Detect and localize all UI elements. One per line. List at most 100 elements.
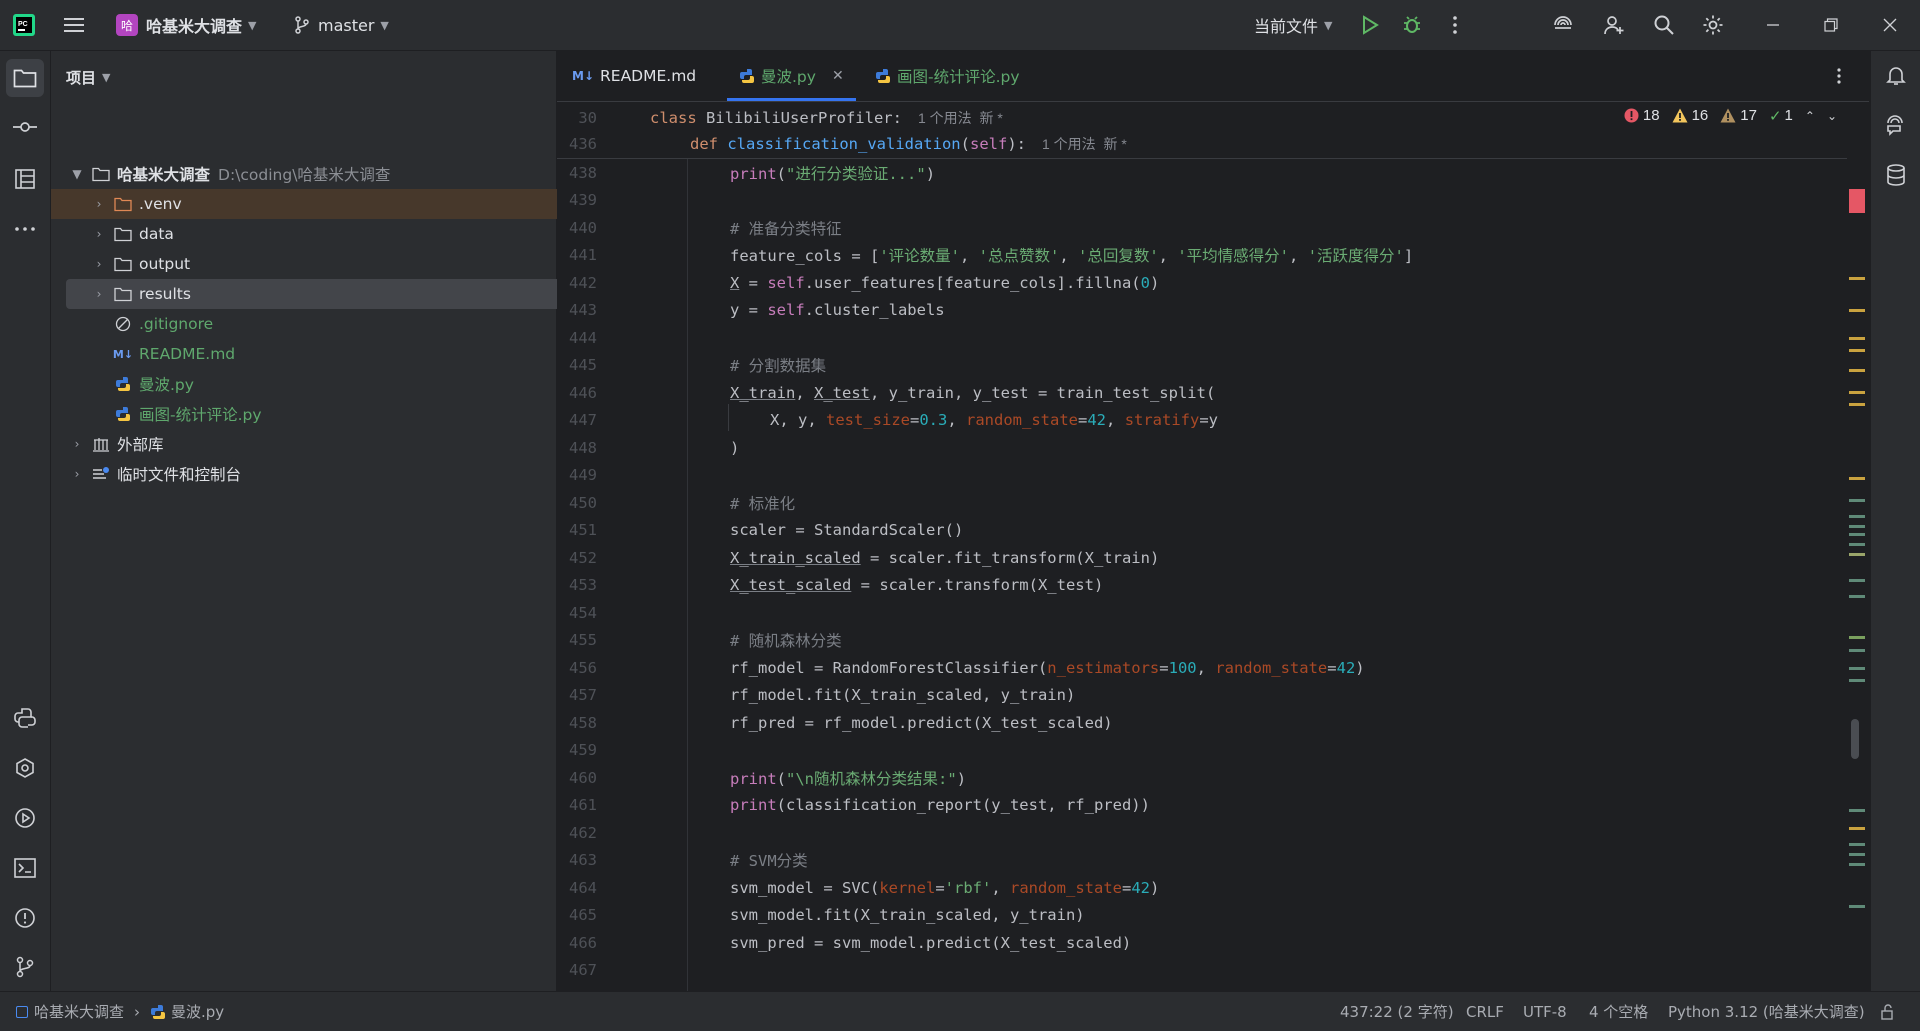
warning-marker[interactable] bbox=[1849, 337, 1865, 340]
chevron-right-icon[interactable]: › bbox=[91, 257, 107, 271]
chevron-down-icon[interactable]: ⌄ bbox=[1827, 109, 1837, 123]
python-interpreter[interactable]: Python 3.12 (哈基米大调查) bbox=[1668, 992, 1865, 1031]
restore-window-icon[interactable] bbox=[1819, 13, 1843, 37]
warning-marker[interactable] bbox=[1849, 391, 1865, 394]
run-config-selector[interactable]: 当前文件 ▼ bbox=[1254, 0, 1332, 50]
tree-item-external-libs[interactable]: › 外部库 bbox=[51, 429, 574, 459]
close-tab-icon[interactable]: ✕ bbox=[832, 68, 844, 84]
services-icon[interactable] bbox=[13, 756, 37, 780]
chevron-down-icon[interactable]: ▼ bbox=[69, 167, 85, 181]
code-line[interactable]: 465 svm_model.fit(X_train_scaled, y_train… bbox=[557, 902, 1847, 930]
code-editor[interactable]: 438 print("进行分类验证...") 439 440 # 准备分类特征 44… bbox=[557, 159, 1847, 991]
chevron-right-icon[interactable]: › bbox=[69, 437, 85, 451]
sticky-line[interactable]: 30 class BilibiliUserProfiler: 1 个用法 新 * bbox=[557, 104, 1003, 131]
pycharm-logo-icon[interactable]: PC bbox=[12, 13, 36, 37]
breadcrumb-file[interactable]: 曼波.py bbox=[171, 1001, 224, 1022]
notifications-bell-icon[interactable] bbox=[1884, 63, 1908, 87]
code-line[interactable]: 451 scaler = StandardScaler() bbox=[557, 517, 1847, 545]
error-marker[interactable] bbox=[1849, 189, 1865, 213]
tree-item-readme[interactable]: M↓ README.md bbox=[51, 339, 612, 369]
tree-item-scratches[interactable]: › 临时文件和控制台 bbox=[51, 459, 574, 489]
code-line[interactable]: 450 # 标准化 bbox=[557, 489, 1847, 517]
usage-hint[interactable]: 1 个用法 新 * bbox=[918, 108, 1003, 128]
chevron-up-icon[interactable]: ⌃ bbox=[1805, 109, 1815, 123]
structure-icon[interactable] bbox=[13, 167, 37, 191]
code-line[interactable]: 454 bbox=[557, 599, 1847, 627]
sticky-line[interactable]: 436 def classification_validation(self): 1… bbox=[557, 130, 1127, 157]
tree-item-plot-comments[interactable]: 画图-统计评论.py bbox=[51, 399, 612, 429]
tab-manbo[interactable]: 曼波.py ✕ bbox=[727, 51, 856, 101]
more-actions-icon[interactable] bbox=[1443, 13, 1467, 37]
chevron-right-icon[interactable]: › bbox=[91, 227, 107, 241]
code-line[interactable]: 456 rf_model = RandomForestClassifier(n_e… bbox=[557, 654, 1847, 682]
change-marker[interactable] bbox=[1849, 649, 1865, 652]
warning-marker[interactable] bbox=[1849, 477, 1865, 480]
tree-item-gitignore[interactable]: .gitignore bbox=[51, 309, 612, 339]
change-marker[interactable] bbox=[1849, 595, 1865, 598]
ai-assistant-icon[interactable] bbox=[1551, 13, 1575, 37]
warning-marker[interactable] bbox=[1849, 277, 1865, 280]
code-line[interactable]: 440 # 准备分类特征 bbox=[557, 214, 1847, 242]
code-line[interactable]: 467 bbox=[557, 957, 1847, 985]
code-line[interactable]: 447 X, y, test_size=0.3, random_state=42,… bbox=[557, 407, 1847, 435]
code-line[interactable]: 441 feature_cols = ['评论数量', '总点赞数', '总回复数… bbox=[557, 242, 1847, 270]
close-window-icon[interactable] bbox=[1878, 13, 1902, 37]
tab-options-icon[interactable] bbox=[1837, 51, 1841, 101]
usage-hint[interactable]: 1 个用法 新 * bbox=[1042, 134, 1127, 154]
warning-marker[interactable] bbox=[1849, 309, 1865, 312]
code-line[interactable]: 457 rf_model.fit(X_train_scaled, y_train) bbox=[557, 682, 1847, 710]
python-packages-icon[interactable] bbox=[13, 706, 37, 730]
tree-item-output[interactable]: › output bbox=[51, 249, 596, 279]
code-line[interactable]: 460 print("\n随机森林分类结果:") bbox=[557, 764, 1847, 792]
change-marker[interactable] bbox=[1849, 679, 1865, 682]
search-icon[interactable] bbox=[1652, 13, 1676, 37]
change-marker[interactable] bbox=[1849, 499, 1865, 502]
chevron-right-icon[interactable]: › bbox=[91, 197, 107, 211]
caret-position[interactable]: 437:22 (2 字符) bbox=[1340, 992, 1454, 1031]
main-menu-icon[interactable] bbox=[62, 13, 86, 37]
typo-count[interactable]: ✓ 1 bbox=[1769, 107, 1793, 125]
add-user-icon[interactable] bbox=[1602, 13, 1626, 37]
code-line[interactable]: 462 bbox=[557, 819, 1847, 847]
terminal-icon[interactable] bbox=[13, 856, 37, 880]
code-line[interactable]: 444 bbox=[557, 324, 1847, 352]
change-marker[interactable] bbox=[1849, 853, 1865, 856]
change-marker[interactable] bbox=[1849, 543, 1865, 546]
code-line[interactable]: 438 print("进行分类验证...") bbox=[557, 159, 1847, 187]
minimize-icon[interactable] bbox=[1761, 13, 1785, 37]
code-line[interactable]: 461 print(classification_report(y_test, r… bbox=[557, 792, 1847, 820]
code-line[interactable]: 445 # 分割数据集 bbox=[557, 352, 1847, 380]
run-icon[interactable] bbox=[1358, 13, 1382, 37]
code-line[interactable]: 452 X_train_scaled = scaler.fit_transform… bbox=[557, 544, 1847, 572]
change-marker[interactable] bbox=[1849, 905, 1865, 908]
database-icon[interactable] bbox=[1884, 163, 1908, 187]
tree-root[interactable]: ▼ 哈基米大调查 D:\coding\哈基米大调查 bbox=[51, 159, 574, 189]
problems-icon[interactable] bbox=[13, 906, 37, 930]
git-icon[interactable] bbox=[13, 955, 37, 979]
tree-item-venv[interactable]: › .venv bbox=[51, 189, 596, 219]
change-marker[interactable] bbox=[1849, 525, 1865, 528]
tab-readme[interactable]: M↓ README.md bbox=[572, 51, 696, 101]
code-line[interactable]: 464 svm_model = SVC(kernel='rbf', random_… bbox=[557, 874, 1847, 902]
inspection-widget[interactable]: 18 16 17 ✓ 1 ⌃ ⌄ bbox=[1624, 102, 1847, 129]
code-line[interactable]: 449 bbox=[557, 462, 1847, 490]
change-marker[interactable] bbox=[1849, 809, 1865, 812]
settings-gear-icon[interactable] bbox=[1701, 13, 1725, 37]
change-marker[interactable] bbox=[1849, 553, 1865, 556]
code-line[interactable]: 442 X = self.user_features[feature_cols].… bbox=[557, 269, 1847, 297]
code-line[interactable]: 466 svm_pred = svm_model.predict(X_test_s… bbox=[557, 929, 1847, 957]
change-marker[interactable] bbox=[1849, 843, 1865, 846]
branch-switcher[interactable]: master ▼ bbox=[294, 0, 389, 50]
change-marker[interactable] bbox=[1849, 579, 1865, 582]
change-marker[interactable] bbox=[1849, 863, 1865, 866]
warning-marker[interactable] bbox=[1849, 403, 1865, 406]
lock-icon[interactable] bbox=[1880, 992, 1896, 1031]
change-marker[interactable] bbox=[1849, 636, 1865, 639]
code-line[interactable]: 443 y = self.cluster_labels bbox=[557, 297, 1847, 325]
error-stripe[interactable] bbox=[1845, 159, 1867, 991]
code-line[interactable]: 448) bbox=[557, 434, 1847, 462]
code-line[interactable]: 458 rf_pred = rf_model.predict(X_test_sca… bbox=[557, 709, 1847, 737]
line-separator[interactable]: CRLF bbox=[1466, 992, 1504, 1031]
error-count[interactable]: 18 bbox=[1624, 107, 1660, 124]
change-marker[interactable] bbox=[1849, 667, 1865, 670]
